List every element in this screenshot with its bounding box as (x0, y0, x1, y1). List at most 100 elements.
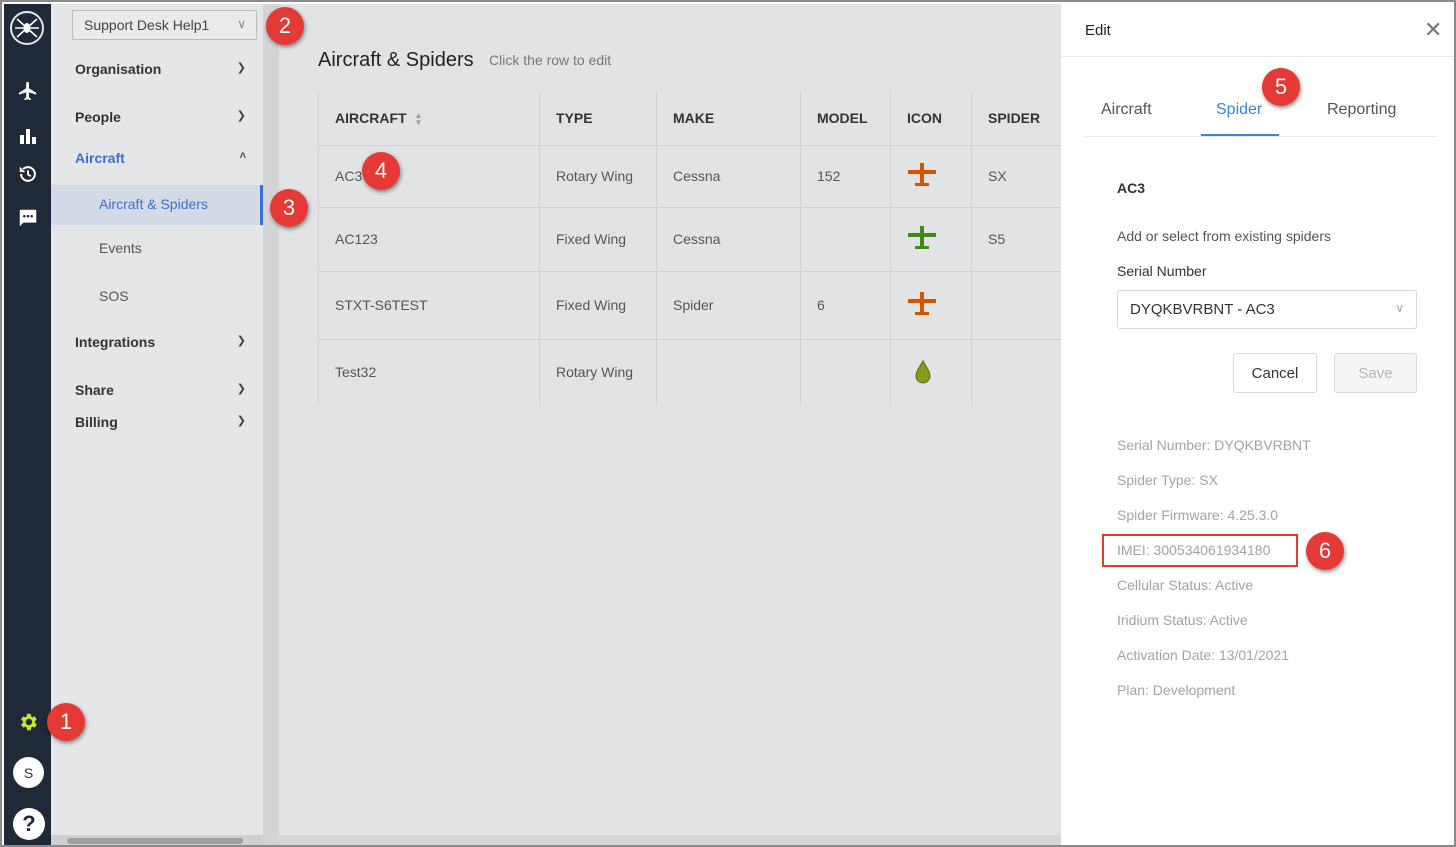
plane-orange-icon (908, 292, 936, 315)
chevron-down-icon: ❯ (236, 335, 246, 347)
cell-aircraft: STXT-S6TEST (318, 271, 540, 340)
nav-section-label: Share (75, 382, 114, 398)
nav-section-people[interactable]: People ❯ (75, 109, 250, 125)
drawer-title: Edit (1085, 22, 1111, 39)
column-header-type: TYPE (539, 92, 657, 146)
nav-section-label: Aircraft (75, 150, 125, 166)
imei-highlight-box (1102, 534, 1298, 567)
serial-number-label: Serial Number (1117, 263, 1207, 279)
nav-section-label: Integrations (75, 334, 156, 350)
cell-make: Cessna (656, 207, 801, 272)
info-serial-number: Serial Number: DYQKBVRBNT (1117, 437, 1311, 453)
avatar[interactable]: S (13, 757, 44, 788)
bar-chart-icon[interactable] (16, 124, 40, 148)
nav-item-aircraft-spiders[interactable]: Aircraft & Spiders (51, 185, 263, 225)
column-header-icon: ICON (890, 92, 972, 146)
callout-badge-1: 1 (47, 703, 85, 741)
cell-spider (971, 271, 1063, 340)
gear-icon[interactable] (16, 710, 40, 734)
serial-number-value: DYQKBVRBNT - AC3 (1130, 301, 1275, 318)
table-row[interactable]: Test32 Rotary Wing (318, 339, 1063, 405)
cell-type: Fixed Wing (539, 207, 657, 272)
save-button[interactable]: Save (1334, 353, 1417, 393)
spider-hint: Add or select from existing spiders (1117, 228, 1331, 244)
column-header-make: MAKE (656, 92, 801, 146)
column-header-model: MODEL (800, 92, 891, 146)
edit-drawer: Edit ✕ Aircraft Spider Reporting AC3 Add… (1061, 4, 1454, 845)
chevron-down-icon: ❯ (236, 110, 246, 122)
callout-badge-3: 3 (270, 189, 308, 227)
column-header-spider: SPIDER (971, 92, 1063, 146)
nav-section-integrations[interactable]: Integrations ❯ (75, 334, 250, 350)
info-cellular-status: Cellular Status: Active (1117, 577, 1254, 593)
icon-rail: S ? (4, 4, 51, 845)
callout-badge-4: 4 (362, 152, 400, 190)
nav-item-events[interactable]: Events (51, 229, 263, 269)
cell-make: Cessna (656, 145, 801, 208)
nav-section-aircraft[interactable]: Aircraft ˄ (75, 150, 250, 166)
cell-model (800, 339, 891, 405)
chevron-down-icon: ❯ (236, 62, 246, 74)
organisation-select[interactable]: Support Desk Help1 ∨ (72, 10, 257, 40)
sort-icon[interactable]: ▲ ▼ (415, 112, 423, 127)
table-row[interactable]: AC123 Fixed Wing Cessna S5 (318, 207, 1063, 272)
cell-icon (890, 271, 972, 340)
callout-badge-5: 5 (1262, 68, 1300, 106)
nav-section-label: Organisation (75, 61, 162, 77)
nav-section-billing[interactable]: Billing ❯ (75, 414, 250, 430)
tab-spider[interactable]: Spider (1216, 101, 1262, 119)
cell-type: Rotary Wing (539, 145, 657, 208)
chevron-down-icon: ❯ (236, 383, 246, 395)
cell-make: Spider (656, 271, 801, 340)
serial-number-select[interactable]: DYQKBVRBNT - AC3 ∨ (1117, 290, 1417, 329)
help-icon[interactable]: ? (13, 808, 45, 840)
cell-aircraft: Test32 (318, 339, 540, 405)
spider-logo-icon[interactable] (10, 11, 44, 45)
chat-icon[interactable] (16, 206, 40, 230)
drop-olive-icon (915, 360, 931, 384)
chevron-down-icon: ∨ (237, 17, 246, 31)
column-label: AIRCRAFT (335, 110, 407, 127)
aircraft-table: AIRCRAFT ▲ ▼ TYPE MAKE MODEL ICON SPIDER A… (318, 92, 1063, 405)
nav-section-label: People (75, 109, 121, 125)
tab-reporting[interactable]: Reporting (1327, 101, 1396, 119)
cell-type: Rotary Wing (539, 339, 657, 405)
aircraft-name: AC3 (1117, 180, 1146, 196)
cell-icon (890, 207, 972, 272)
nav-horizontal-scrollbar[interactable] (51, 835, 263, 845)
info-activation-date: Activation Date: 13/01/2021 (1117, 647, 1290, 663)
close-icon[interactable]: ✕ (1424, 19, 1442, 41)
cell-model (800, 207, 891, 272)
organisation-select-value: Support Desk Help1 (84, 17, 210, 33)
airplane-icon[interactable] (16, 79, 40, 103)
chevron-up-icon: ˄ (239, 150, 246, 162)
info-spider-firmware: Spider Firmware: 4.25.3.0 (1117, 507, 1279, 523)
main-horizontal-scrollbar[interactable] (279, 835, 1061, 845)
plane-orange-icon (908, 163, 936, 186)
info-plan: Plan: Development (1117, 682, 1236, 698)
history-icon[interactable] (16, 162, 40, 186)
cell-type: Fixed Wing (539, 271, 657, 340)
nav-section-organisation[interactable]: Organisation ❯ (75, 61, 250, 77)
app-window: S ? Support Desk Help1 ∨ Organisation ❯ … (0, 0, 1456, 847)
drawer-tabs: Aircraft Spider Reporting (1085, 94, 1437, 137)
tab-aircraft[interactable]: Aircraft (1101, 101, 1152, 119)
active-tab-indicator (1201, 134, 1279, 136)
callout-badge-6: 6 (1306, 532, 1344, 570)
nav-section-share[interactable]: Share ❯ (75, 382, 250, 398)
cell-spider: S5 (971, 207, 1063, 272)
table-row[interactable]: STXT-S6TEST Fixed Wing Spider 6 (318, 271, 1063, 340)
page-hint: Click the row to edit (489, 52, 612, 68)
nav-section-label: Billing (75, 414, 118, 430)
scroll-thumb[interactable] (67, 838, 243, 844)
chevron-down-icon: ❯ (236, 415, 246, 427)
cell-icon (890, 145, 972, 208)
table-row[interactable]: AC3 Rotary Wing Cessna 152 SX (318, 145, 1063, 208)
column-header-aircraft[interactable]: AIRCRAFT ▲ ▼ (318, 92, 540, 146)
info-iridium-status: Iridium Status: Active (1117, 612, 1248, 628)
page-title: Aircraft & Spiders (318, 49, 474, 71)
nav-scrollbar[interactable] (263, 4, 279, 845)
drawer-header: Edit ✕ (1061, 4, 1454, 57)
nav-item-sos[interactable]: SOS (51, 277, 263, 317)
cancel-button[interactable]: Cancel (1233, 353, 1317, 393)
